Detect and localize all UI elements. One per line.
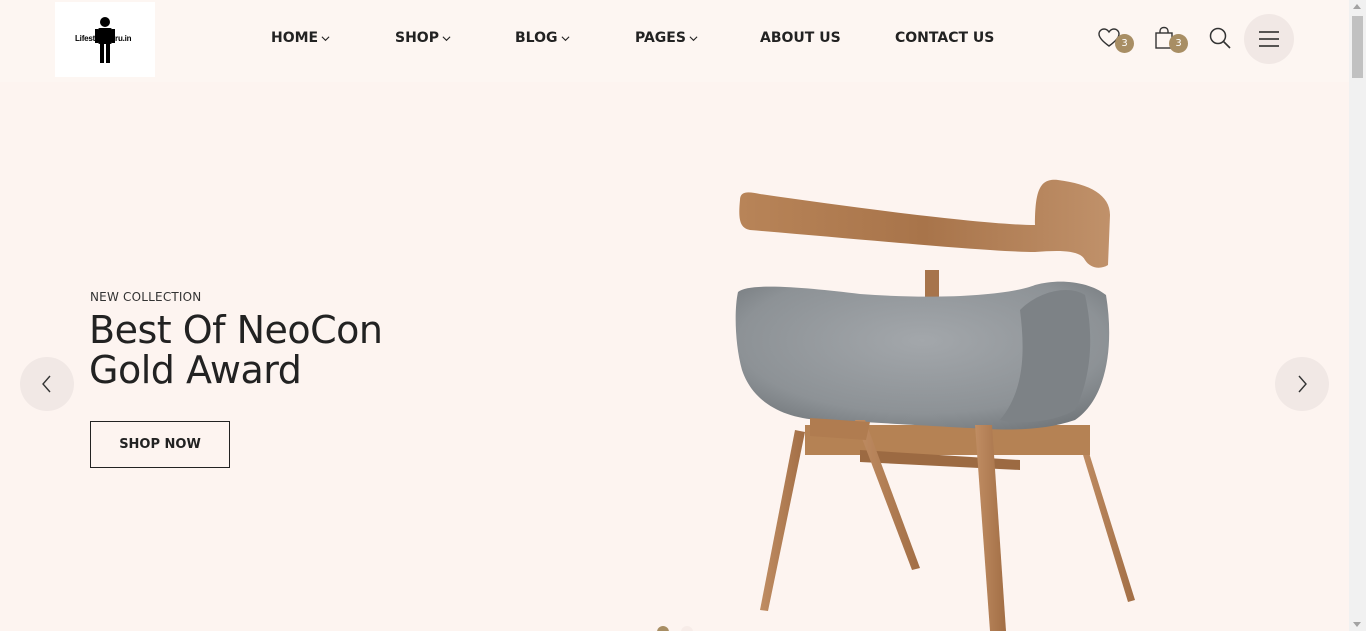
scroll-thumb[interactable] <box>1352 16 1363 78</box>
chevron-left-icon <box>42 375 51 393</box>
slider-dot-active[interactable] <box>657 626 669 631</box>
search-icon <box>1209 27 1231 49</box>
slider-dot[interactable] <box>681 626 693 631</box>
chevron-down-icon <box>321 35 330 41</box>
chevron-down-icon <box>442 35 451 41</box>
nav-about-us[interactable]: ABOUT US <box>760 30 841 46</box>
nav-contact-us[interactable]: CONTACT US <box>895 30 994 46</box>
nav-pages[interactable]: PAGES <box>635 30 698 46</box>
nav-contact-us-label: CONTACT US <box>895 30 995 46</box>
slider-prev-button[interactable] <box>20 357 74 411</box>
hamburger-menu-icon <box>1259 31 1279 47</box>
hero-title: Best Of NeoCon Gold Award <box>89 308 383 392</box>
nav-pages-label: PAGES <box>635 30 686 46</box>
chevron-down-icon <box>561 35 569 41</box>
search-button[interactable] <box>1208 26 1234 52</box>
site-header: Lifestyleguru.in HOME SHOP BLOG PAGES AB… <box>0 0 1349 82</box>
wishlist-count-badge: 3 <box>1115 34 1134 53</box>
nav-shop-label: SHOP <box>395 30 439 46</box>
wishlist-button[interactable]: 3 <box>1097 26 1134 53</box>
menu-button[interactable] <box>1244 14 1294 64</box>
nav-home[interactable]: HOME <box>271 30 330 46</box>
scrollbar[interactable] <box>1349 0 1366 631</box>
logo[interactable]: Lifestyleguru.in <box>55 2 155 77</box>
cart-count-badge: 3 <box>1169 34 1188 53</box>
nav-shop[interactable]: SHOP <box>395 30 451 46</box>
scroll-down-arrow-icon[interactable] <box>1353 622 1361 627</box>
scroll-up-arrow-icon[interactable] <box>1353 4 1361 9</box>
hero-subtitle: NEW COLLECTION <box>90 290 202 304</box>
logo-text: Lifestyleguru.in <box>75 34 132 43</box>
cart-button[interactable]: 3 <box>1153 26 1188 53</box>
chevron-down-icon <box>689 35 698 41</box>
hero-chair-image <box>735 179 1135 631</box>
nav-blog[interactable]: BLOG <box>515 30 570 46</box>
nav-home-label: HOME <box>271 30 319 46</box>
slider-next-button[interactable] <box>1275 357 1329 411</box>
shop-now-button[interactable]: SHOP NOW <box>90 421 230 468</box>
nav-about-us-label: ABOUT US <box>760 30 841 46</box>
nav-blog-label: BLOG <box>515 30 558 46</box>
chevron-right-icon <box>1298 375 1307 393</box>
